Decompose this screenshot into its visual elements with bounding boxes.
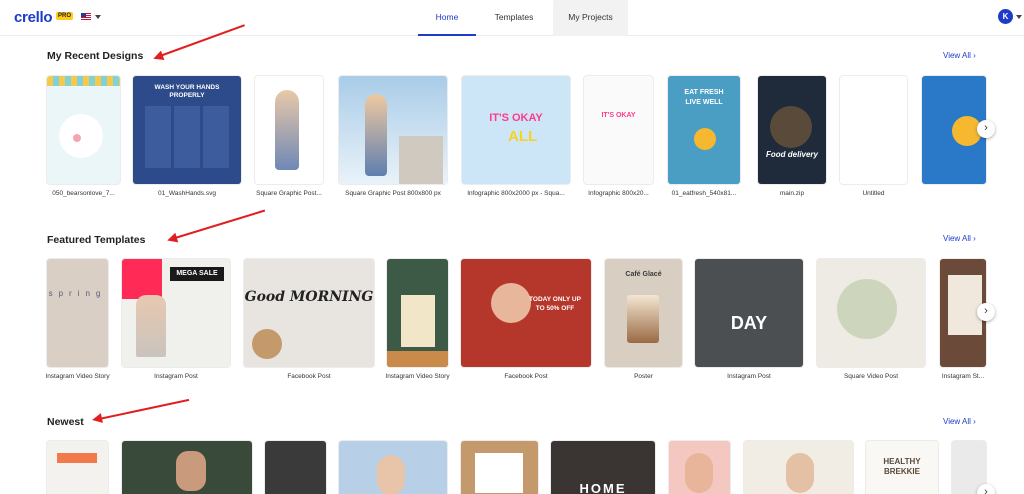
annotation-arrow-head-icon [91,413,103,425]
newest-card[interactable]: HOME [551,441,655,494]
pro-badge: PRO [56,12,74,20]
template-card[interactable]: Good MORNING [244,259,374,367]
newest-card[interactable] [265,441,326,494]
design-card[interactable] [339,76,447,184]
template-overlay-text: Good MORNING [244,289,374,305]
annotation-arrow-line [174,209,266,239]
newest-card[interactable] [122,441,252,494]
template-card[interactable]: spring [47,259,108,367]
design-card[interactable]: WASH YOUR HANDS PROPERLY [133,76,241,184]
view-all-label: View All [943,51,971,60]
newest-card[interactable]: HEALTHY BREKKIE [866,441,938,494]
template-card[interactable]: DAY [695,259,803,367]
template-caption[interactable]: Facebook Post [244,372,374,381]
crello-home-page: crello PRO Home Templates My Projects K … [0,0,1024,494]
design-card[interactable] [840,76,907,184]
design-caption[interactable]: 050_bearsonlove_7... [47,189,120,198]
us-flag-icon[interactable] [81,13,91,20]
design-card[interactable] [255,76,323,184]
design-overlay-text: IT'S OKAY [489,112,543,124]
tab-my-projects[interactable]: My Projects [553,0,628,36]
design-overlay-text: WASH YOUR HANDS PROPERLY [154,84,220,99]
design-caption[interactable]: 01_eatfresh_540x81... [666,189,742,198]
view-all-featured-link[interactable]: View All › [943,234,976,243]
newest-card[interactable] [47,441,108,494]
template-caption[interactable]: Instagram Post [695,372,803,381]
design-caption[interactable]: Infographic 800x20... [582,189,655,198]
tab-templates[interactable]: Templates [485,0,543,36]
next-recent-button[interactable]: › [977,120,995,138]
design-caption[interactable]: Square Graphic Post 800x800 px [337,189,449,198]
section-title-featured-templates: Featured Templates [47,234,146,246]
next-featured-button[interactable]: › [977,303,995,321]
section-title-newest: Newest [47,416,84,428]
tab-home[interactable]: Home [418,0,476,36]
avatar[interactable]: K [998,9,1013,24]
template-card[interactable]: TODAY ONLY UP TO 50% OFF [461,259,591,367]
template-overlay-text: Café Glacé [625,271,662,278]
annotation-arrow-line [98,398,190,420]
view-all-label: View All [943,234,971,243]
newest-card[interactable] [339,441,447,494]
template-card[interactable]: Café Glacé [605,259,682,367]
newest-overlay-text: HEALTHY BREKKIE [883,457,921,476]
template-overlay-text: spring [48,289,107,298]
design-overlay-text: IT'S OKAY [601,112,636,119]
newest-card[interactable] [461,441,538,494]
language-chevron-down-icon[interactable] [95,15,101,19]
section-title-recent-designs: My Recent Designs [47,50,144,62]
design-caption[interactable]: 01_WashHands.svg [133,189,241,198]
top-navigation-bar: crello PRO Home Templates My Projects K [0,0,1024,36]
next-newest-button[interactable]: › [977,484,995,494]
design-card[interactable]: EAT FRESH LIVE WELL [668,76,740,184]
design-card[interactable]: IT'S OKAY [584,76,653,184]
template-caption[interactable]: Poster [605,372,682,381]
design-caption[interactable]: Square Graphic Post... [253,189,325,198]
newest-card[interactable] [744,441,853,494]
template-caption[interactable]: Facebook Post [461,372,591,381]
design-card[interactable]: Food delivery [758,76,826,184]
view-all-recent-link[interactable]: View All › [943,51,976,60]
template-caption[interactable]: Instagram Video Story [383,372,452,381]
template-caption[interactable]: Instagram St... [940,372,986,381]
newest-overlay-text: HOME [579,481,627,494]
account-chevron-down-icon[interactable] [1016,15,1022,19]
design-caption[interactable]: main.zip [756,189,828,198]
newest-card[interactable] [669,441,730,494]
design-overlay-text: EAT FRESH LIVE WELL [684,89,724,106]
annotation-arrow-head-icon [165,232,179,246]
design-card[interactable] [47,76,120,184]
template-card[interactable] [817,259,925,367]
template-card[interactable] [387,259,448,367]
template-caption[interactable]: Square Video Post [817,372,925,381]
template-overlay-text: DAY [730,313,768,333]
template-card[interactable]: MEGA SALE [122,259,230,367]
template-overlay-text: TODAY ONLY UP TO 50% OFF [529,296,581,312]
design-caption[interactable]: Infographic 800x2000 px - Squa... [458,189,574,198]
design-overlay-text: Food delivery [765,150,818,159]
annotation-arrow-head-icon [151,50,165,64]
design-card[interactable]: IT'S OKAY ALL [462,76,570,184]
template-overlay-text: MEGA SALE [170,267,224,281]
design-caption[interactable]: Untitled [838,189,909,198]
crello-logo[interactable]: crello [14,9,53,26]
template-caption[interactable]: Instagram Video Story [45,372,110,381]
template-caption[interactable]: Instagram Post [122,372,230,381]
view-all-newest-link[interactable]: View All › [943,417,976,426]
view-all-label: View All [943,417,971,426]
